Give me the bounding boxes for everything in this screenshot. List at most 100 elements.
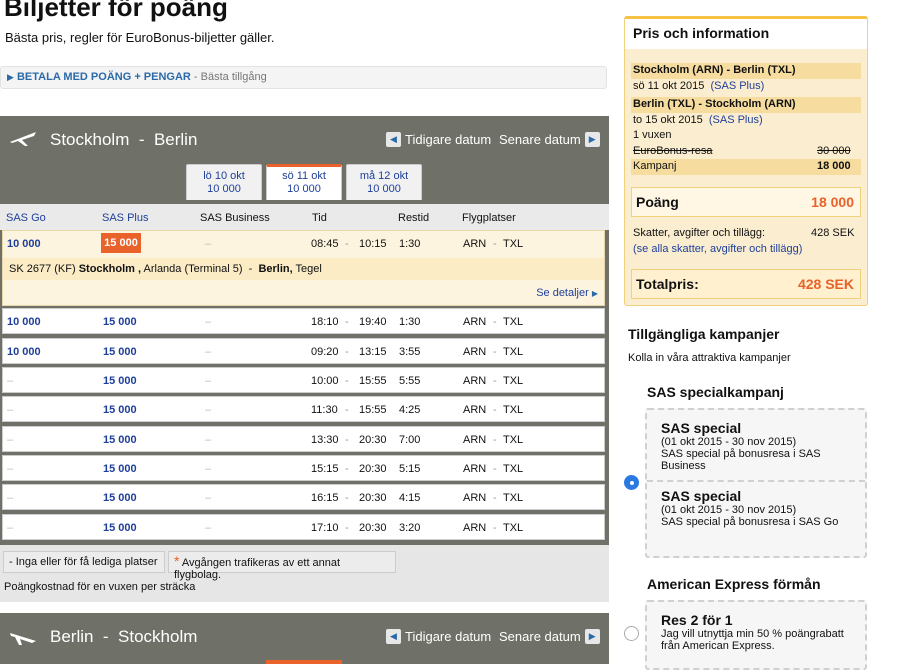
tab-date-2[interactable]: sö 11 okt 10 000 [266,164,342,200]
outbound-header: Stockholm - Berlin ◀ Tidigare datum Sena… [0,116,609,164]
flight-row[interactable]: 10 000 15 000–09:20 13:15 3:55 ARN TXL - - [2,338,605,364]
dash-separator: - [493,434,497,446]
airport-from: ARN [463,492,487,504]
airplane-icon [10,132,36,146]
price-sas-plus[interactable]: 15 000 [103,434,137,446]
price-sas-business: – [205,375,212,387]
return-prev-date-button[interactable]: ◀ Tidigare datum [386,629,491,644]
price-sas-go: – [7,375,14,387]
airport-to: TXL [503,434,524,446]
price-sas-go: – [7,404,14,416]
arrival-time: 15:55 [359,375,387,387]
prev-date-button[interactable]: ◀ Tidigare datum [386,132,491,147]
price-sas-plus-selected[interactable]: 15 000 [101,233,141,253]
airport-to: TXL [503,492,524,504]
duration: 4:15 [399,492,421,504]
flight-row[interactable]: 10 000 15 000–18:10 19:40 1:30 ARN TXL - - [2,308,605,334]
price-info-title: Pris och information [625,19,867,49]
pay-with-points-money-bar[interactable]: ▶ BETALA MED POÄNG + PENGAR - Bästa till… [0,66,607,89]
eurobonus-label: EuroBonus-resa [633,145,713,157]
page-subtitle: Bästa pris, regler för EuroBonus-biljett… [5,30,275,45]
play-triangle-icon: ▶ [7,72,14,82]
outbound-route: Stockholm - Berlin [50,130,198,149]
tab-date-3[interactable]: må 12 okt 10 000 [346,164,422,200]
arrow-left-icon: ◀ [386,132,401,147]
dash-separator: - [345,346,349,358]
price-sas-business: – [205,434,212,446]
price-sas-go[interactable]: 10 000 [7,238,41,250]
dash-separator: - [345,463,349,475]
return-route: Berlin - Stockholm [50,627,198,646]
return-next-date-button[interactable]: Senare datum ▶ [499,629,600,644]
campaign-amex[interactable]: Res 2 för 1 Jag vill utnyttja min 50 % p… [645,600,867,670]
duration: 7:00 [399,434,421,446]
dash-separator: - [493,522,497,534]
airport-from: ARN [463,404,487,416]
campaign-radio-sas-special[interactable] [624,475,639,490]
price-sas-business: – [205,346,212,358]
pay-link[interactable]: BETALA MED POÄNG + PENGAR [17,71,191,83]
price-sas-business: – [205,316,212,328]
chevron-right-icon: ▶ [591,289,598,298]
see-details-link[interactable]: Se detaljer ▶ [536,287,598,299]
out-date-line: sö 11 okt 2015 (SAS Plus) [633,80,765,92]
price-sas-go: – [7,492,14,504]
col-flygplatser: Flygplatser [462,212,516,224]
departure-time: 17:10 [311,522,339,534]
flight-row[interactable]: –15 000–11:30 15:55 4:25 ARN TXL - - [2,396,605,422]
dash-separator: - [345,375,349,387]
arrival-time: 19:40 [359,316,387,328]
price-sas-plus[interactable]: 15 000 [103,492,137,504]
return-active-tab[interactable] [266,660,342,664]
col-tid: Tid [312,212,327,224]
arrival-time: 20:30 [359,434,387,446]
arrival-time: 20:30 [359,522,387,534]
selected-flight-row[interactable]: 10 000 15 000 – 08:45 - 10:15 1:30 ARN -… [2,230,605,306]
duration: 3:55 [399,346,421,358]
dash-separator: - [493,492,497,504]
departure-time: 10:00 [311,375,339,387]
points-total: Poäng 18 000 [631,187,861,217]
duration: 5:55 [399,375,421,387]
arrow-left-icon: ◀ [386,629,401,644]
arrival-time: 13:15 [359,346,387,358]
col-sas-go[interactable]: SAS Go [6,212,46,224]
flight-row[interactable]: –15 000–16:15 20:30 4:15 ARN TXL - - [2,484,605,510]
departure-time: 11:30 [311,404,338,416]
price-sas-plus[interactable]: 15 000 [103,375,137,387]
duration: 3:20 [399,522,421,534]
price-sas-business: – [205,492,212,504]
col-sas-plus[interactable]: SAS Plus [102,212,148,224]
departure-time: 09:20 [311,346,339,358]
campaign-radio-amex[interactable] [624,626,639,641]
return-panel: Berlin - Stockholm ◀ Tidigare datum Sena… [0,613,609,664]
campaign-sas-special[interactable]: SAS special (01 okt 2015 - 30 nov 2015) … [645,408,867,558]
airport-from: ARN [463,238,487,250]
flight-row[interactable]: –15 000–15:15 20:30 5:15 ARN TXL - - [2,455,605,481]
pay-suffix: - Bästa tillgång [193,71,267,83]
flight-row[interactable]: –15 000–13:30 20:30 7:00 ARN TXL - - [2,426,605,452]
price-sas-plus[interactable]: 15 000 [103,522,137,534]
price-sas-go[interactable]: 10 000 [7,346,41,358]
airport-to: TXL [503,346,524,358]
arrow-right-icon: ▶ [584,132,600,147]
flight-row[interactable]: –15 000–10:00 15:55 5:55 ARN TXL - - [2,367,605,393]
price-sas-plus[interactable]: 15 000 [103,463,137,475]
duration: 5:15 [399,463,421,475]
price-sas-go[interactable]: 10 000 [7,316,41,328]
next-date-button[interactable]: Senare datum ▶ [499,132,600,147]
tab-date-1[interactable]: lö 10 okt 10 000 [186,164,262,200]
price-sas-plus[interactable]: 15 000 [103,316,137,328]
arrival-time: 15:55 [359,404,387,416]
arrow-right-icon: ▶ [584,629,600,644]
price-sas-plus[interactable]: 15 000 [103,346,137,358]
flight-row[interactable]: –15 000–17:10 20:30 3:20 ARN TXL - - [2,514,605,540]
tax-details-link[interactable]: (se alla skatter, avgifter och tillägg) [633,243,802,255]
campaigns-title: Tillgängliga kampanjer [628,326,780,342]
dash-separator: - [493,316,497,328]
tax-label: Skatter, avgifter och tillägg: [633,227,766,239]
airport-from: ARN [463,522,487,534]
price-sas-plus[interactable]: 15 000 [103,404,137,416]
price-sas-go: – [7,434,14,446]
price-sas-go: – [7,463,14,475]
